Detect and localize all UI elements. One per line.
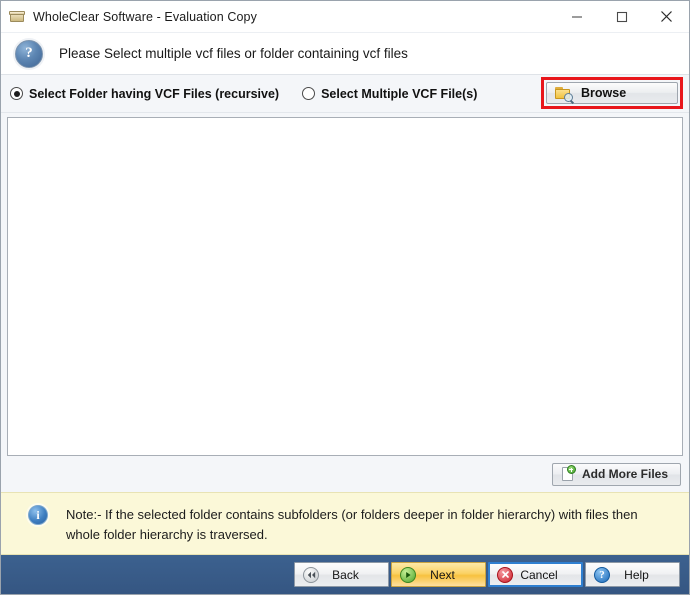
file-list-container (1, 113, 689, 456)
note-panel: i Note:- If the selected folder contains… (1, 492, 689, 555)
add-more-files-label: Add More Files (582, 467, 668, 481)
browse-highlight-box: Browse (541, 77, 683, 109)
back-button-label: Back (319, 568, 388, 582)
window-controls (554, 1, 689, 32)
radio-folder-label: Select Folder having VCF Files (recursiv… (29, 87, 279, 101)
question-mark-icon: ? (594, 567, 610, 583)
question-mark-icon: ? (15, 40, 43, 68)
title-bar: WholeClear Software - Evaluation Copy (1, 1, 689, 33)
radio-files-label: Select Multiple VCF File(s) (321, 87, 477, 101)
source-options-row: Select Folder having VCF Files (recursiv… (1, 75, 689, 113)
next-button[interactable]: Next (391, 562, 486, 587)
info-icon: i (28, 505, 48, 525)
help-button[interactable]: ? Help (585, 562, 680, 587)
radio-option-folder[interactable]: Select Folder having VCF Files (recursiv… (10, 87, 279, 101)
radio-option-files[interactable]: Select Multiple VCF File(s) (302, 87, 477, 101)
folder-search-icon (555, 86, 573, 101)
rewind-icon (303, 567, 319, 583)
maximize-button[interactable] (599, 1, 644, 32)
close-button[interactable] (644, 1, 689, 32)
add-more-files-button[interactable]: Add More Files (552, 463, 681, 486)
radio-folder-indicator[interactable] (10, 87, 23, 100)
radio-files-indicator[interactable] (302, 87, 315, 100)
back-button[interactable]: Back (294, 562, 389, 587)
next-button-label: Next (416, 568, 485, 582)
instruction-header: ? Please Select multiple vcf files or fo… (1, 33, 689, 75)
file-list[interactable] (7, 117, 683, 456)
browse-button[interactable]: Browse (546, 82, 678, 104)
footer-bar: Back Next Cancel ? Help (1, 555, 689, 594)
instruction-text: Please Select multiple vcf files or fold… (59, 46, 408, 61)
cancel-button-label: Cancel (513, 568, 581, 582)
play-icon (400, 567, 416, 583)
application-window: WholeClear Software - Evaluation Copy ? … (0, 0, 690, 595)
minimize-button[interactable] (554, 1, 599, 32)
browse-button-label: Browse (581, 86, 626, 100)
page-add-icon (561, 466, 575, 482)
note-text: Note:- If the selected folder contains s… (66, 505, 641, 545)
cancel-button[interactable]: Cancel (488, 562, 583, 587)
window-title: WholeClear Software - Evaluation Copy (33, 10, 257, 24)
close-circle-icon (497, 567, 513, 583)
add-more-row: Add More Files (1, 456, 689, 492)
help-button-label: Help (610, 568, 679, 582)
archive-box-icon (9, 9, 25, 25)
